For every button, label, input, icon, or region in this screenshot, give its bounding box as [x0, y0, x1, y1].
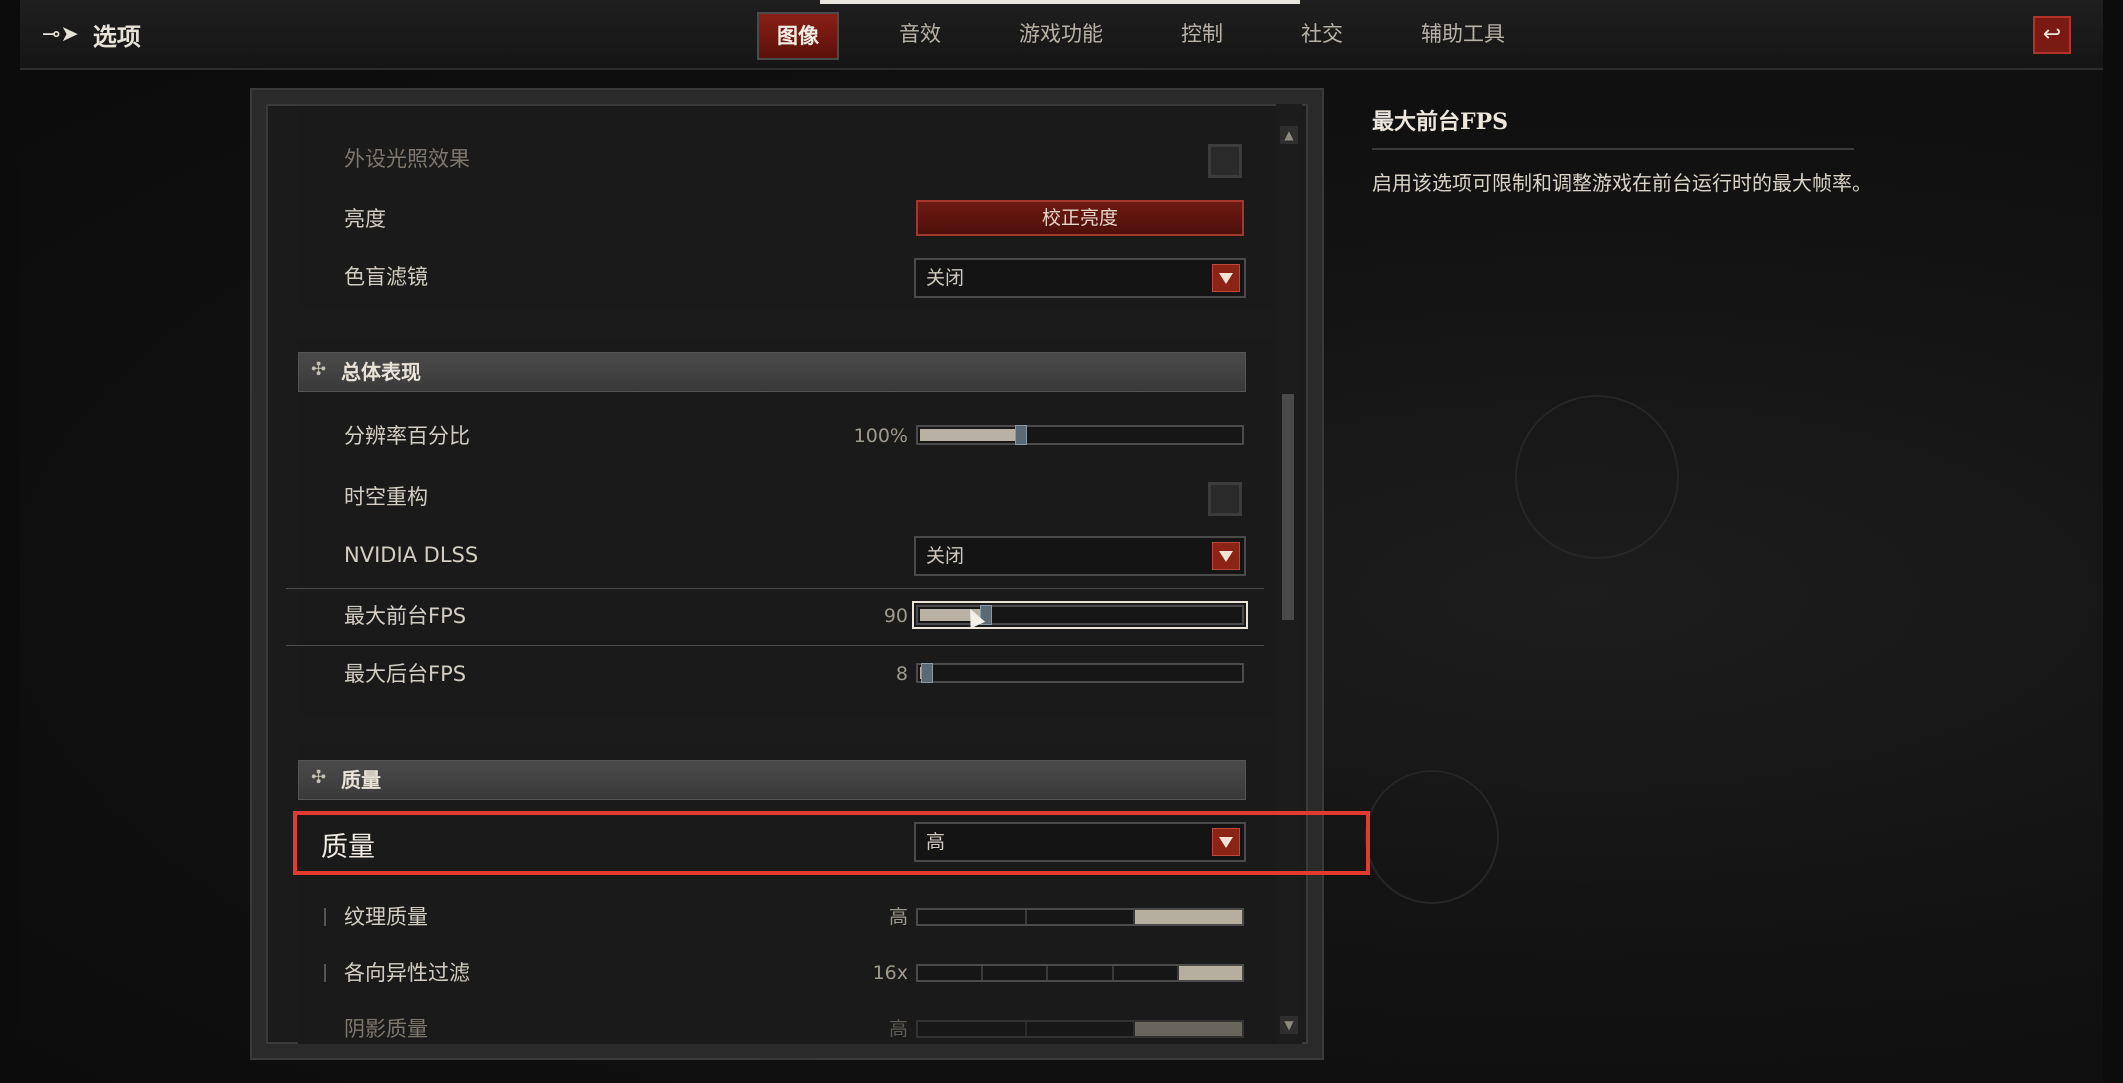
setting-row-shadow-quality: 阴影质量 高: [266, 1002, 1266, 1044]
calibrate-brightness-button[interactable]: 校正亮度: [916, 200, 1244, 236]
segment[interactable]: [1027, 910, 1136, 924]
return-arrow-icon[interactable]: ↩: [2033, 16, 2071, 54]
segment[interactable]: [918, 966, 984, 980]
segment[interactable]: [1048, 966, 1114, 980]
anisotropic-segments[interactable]: [916, 964, 1244, 982]
segment[interactable]: [1027, 1022, 1136, 1036]
segment[interactable]: [918, 910, 1027, 924]
section-header-performance[interactable]: ✣ 总体表现: [298, 352, 1246, 392]
expand-diamond-icon: ✣: [311, 359, 327, 380]
max-background-fps-value: 8: [895, 663, 908, 685]
scrollbar-thumb[interactable]: [1282, 394, 1294, 620]
window-title-group: ⊸➤ 选项: [42, 18, 141, 51]
section-title-quality: 质量: [341, 768, 381, 792]
triangle-down-icon: [1212, 542, 1240, 570]
resolution-value: 100%: [853, 425, 908, 447]
scroll-down-icon[interactable]: ▼: [1280, 1016, 1298, 1034]
dlss-dropdown[interactable]: 关闭: [914, 536, 1246, 576]
segment[interactable]: [918, 1022, 1027, 1036]
peripheral-lighting-label: 外设光照效果: [344, 147, 470, 171]
setting-row-anisotropic: 各向异性过滤 16x: [266, 946, 1266, 1000]
setting-row-dlss: NVIDIA DLSS 关闭: [266, 528, 1266, 582]
tab-gameplay[interactable]: 游戏功能: [1001, 12, 1121, 56]
tab-graphics[interactable]: 图像: [757, 12, 839, 60]
tab-accessibility[interactable]: 辅助工具: [1403, 12, 1523, 56]
peripheral-lighting-checkbox[interactable]: [1208, 144, 1242, 178]
segment-selected[interactable]: [1178, 966, 1243, 980]
info-divider: [1372, 148, 1854, 150]
segment-selected[interactable]: [1135, 910, 1243, 924]
setting-row-colorblind: 色盲滤镜 关闭: [266, 250, 1266, 304]
top-highlight-line: [820, 0, 1300, 4]
emblem-decoration-upper: [1515, 395, 1679, 559]
max-background-fps-label: 最大后台FPS: [344, 662, 467, 686]
texture-quality-value: 高: [888, 906, 908, 928]
shadow-quality-segments[interactable]: [916, 1020, 1244, 1038]
segment[interactable]: [983, 966, 1049, 980]
expand-diamond-icon: ✣: [311, 767, 327, 788]
temporal-checkbox[interactable]: [1208, 482, 1242, 516]
slider-thumb[interactable]: [921, 663, 934, 683]
info-description: 启用该选项可限制和调整游戏在前台运行时的最大帧率。: [1372, 171, 1872, 195]
colorblind-label: 色盲滤镜: [344, 265, 428, 289]
dlss-label: NVIDIA DLSS: [344, 543, 479, 567]
tree-branch-marker: [324, 908, 326, 926]
max-background-fps-slider[interactable]: [916, 663, 1244, 683]
setting-row-max-foreground-fps[interactable]: 最大前台FPS 90: [266, 589, 1266, 643]
colorblind-value: 关闭: [926, 267, 965, 289]
tab-social[interactable]: 社交: [1283, 12, 1361, 56]
scroll-up-icon[interactable]: ▲: [1280, 126, 1298, 144]
window-title: 选项: [92, 21, 141, 51]
segment-selected[interactable]: [1135, 1022, 1243, 1036]
setting-row-temporal: 时空重构: [266, 470, 1266, 524]
anisotropic-value: 16x: [872, 962, 908, 984]
settings-scroll-area: 外设光照效果 亮度 校正亮度 色盲滤镜 关闭 ✣ 总体表现 分辨率百分比 100…: [266, 104, 1282, 1044]
brightness-label: 亮度: [344, 207, 386, 231]
quality-highlight-box: [293, 811, 1370, 875]
emblem-decoration-lower: [1365, 770, 1499, 904]
max-foreground-fps-label: 最大前台FPS: [344, 604, 467, 628]
tree-branch-marker: [324, 964, 326, 982]
setting-row-texture-quality: 纹理质量 高: [266, 890, 1266, 944]
resolution-slider[interactable]: [916, 425, 1244, 445]
segment[interactable]: [1114, 966, 1179, 980]
section-header-quality[interactable]: ✣ 质量: [298, 760, 1246, 800]
dlss-value: 关闭: [926, 545, 965, 567]
tab-bar: 图像 音效 游戏功能 控制 社交 辅助工具: [757, 12, 1565, 60]
colorblind-dropdown[interactable]: 关闭: [914, 258, 1246, 298]
top-bar: ⊸➤ 选项 图像 音效 游戏功能 控制 社交 辅助工具 ↩: [20, 0, 2103, 70]
tab-controls[interactable]: 控制: [1163, 12, 1241, 56]
setting-row-max-background-fps: 最大后台FPS 8: [266, 647, 1266, 701]
setting-row-peripheral-lighting: 外设光照效果: [266, 132, 1266, 186]
triangle-down-icon: [1212, 264, 1240, 292]
quality-label: 质量: [321, 832, 375, 863]
slider-thumb[interactable]: [1015, 425, 1028, 445]
info-title: 最大前台FPS: [1372, 109, 1509, 135]
slider-fill: [920, 429, 1018, 441]
anisotropic-label: 各向异性过滤: [344, 961, 470, 985]
setting-row-resolution: 分辨率百分比 100%: [266, 409, 1266, 463]
resolution-label: 分辨率百分比: [344, 424, 470, 448]
vertical-scrollbar[interactable]: ▲ ▼: [1276, 104, 1302, 1044]
arrow-right-icon: ⊸➤: [42, 21, 79, 47]
temporal-label: 时空重构: [344, 485, 428, 509]
setting-row-brightness: 亮度 校正亮度: [266, 192, 1266, 246]
shadow-quality-label: 阴影质量: [344, 1017, 428, 1041]
settings-panel: 外设光照效果 亮度 校正亮度 色盲滤镜 关闭 ✣ 总体表现 分辨率百分比 100…: [252, 90, 1322, 1058]
texture-quality-segments[interactable]: [916, 908, 1244, 926]
shadow-quality-value: 高: [888, 1018, 908, 1040]
texture-quality-label: 纹理质量: [344, 905, 428, 929]
section-title-performance: 总体表现: [341, 360, 421, 384]
max-foreground-fps-value: 90: [883, 605, 908, 627]
tab-audio[interactable]: 音效: [881, 12, 959, 56]
